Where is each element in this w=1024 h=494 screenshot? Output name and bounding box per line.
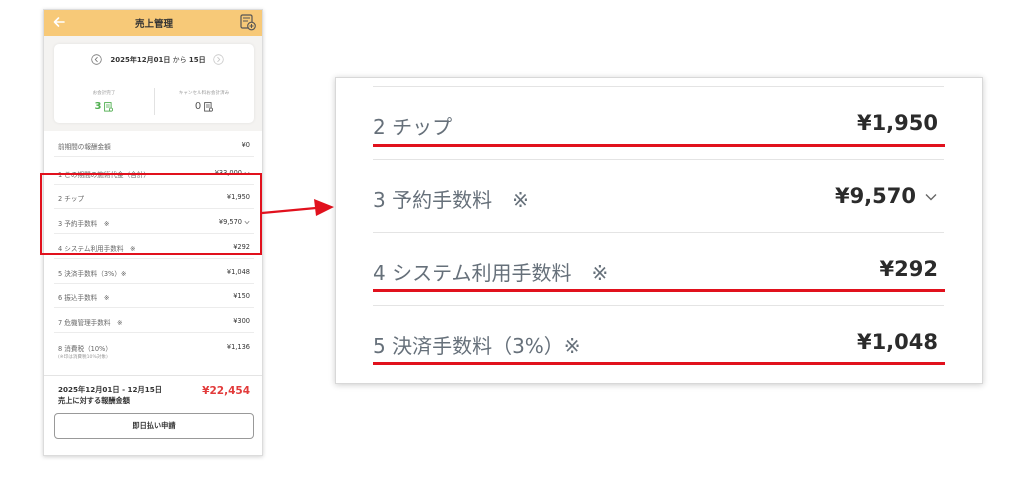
list-item: 5 決済手数料（3%）※ ¥1,048	[373, 305, 944, 378]
row-label: 3 予約手数料 ※	[373, 188, 529, 212]
row-label: 5 決済手数料（3%）※	[373, 334, 581, 358]
row-label: 8 消費税（10%）	[58, 345, 112, 353]
row-amount: ¥292	[879, 257, 938, 281]
row-amount: ¥0	[241, 141, 250, 149]
row-amount: ¥9,570	[835, 184, 938, 208]
list-item: 2 チップ ¥1,950	[373, 86, 944, 159]
period-navigator: 2025年12月01日 から 15日	[54, 54, 254, 66]
total-label: 2025年12月01日 - 12月15日 売上に対する報酬金額	[58, 384, 162, 406]
paid-count-value: 3	[94, 101, 102, 112]
cancel-count[interactable]: 0	[154, 101, 254, 112]
row-amount: ¥1,048	[226, 268, 250, 276]
row-label: 6 振込手数料 ※	[58, 294, 110, 302]
page-title: 売上管理	[134, 19, 173, 30]
same-day-payment-button[interactable]: 即日払い申請	[54, 413, 254, 439]
list-item: 6 振込手数料 ※ ¥150	[54, 284, 254, 308]
row-label: 4 システム利用手数料 ※	[373, 261, 609, 285]
underline	[373, 289, 945, 292]
arrow-icon	[262, 199, 334, 216]
underline	[373, 362, 945, 365]
cancel-count-value: 0	[194, 101, 202, 112]
list-item: 4 システム利用手数料 ※ ¥292	[373, 232, 944, 305]
row-label: 2 チップ	[373, 115, 453, 139]
total-label-caption: 売上に対する報酬金額	[58, 396, 130, 405]
paid-count-label: お会計完了	[92, 91, 116, 96]
row-amount: ¥150	[233, 292, 250, 300]
calculator-icon[interactable]	[240, 14, 256, 31]
row-amount: ¥1,136	[226, 343, 250, 351]
period-end: 15日	[188, 56, 206, 64]
row-label: 前期間の報酬金額	[58, 143, 111, 151]
row-label: 7 危機管理手数料 ※	[58, 319, 123, 327]
total-label-period: 2025年12月01日 - 12月15日	[58, 385, 162, 394]
paid-count[interactable]: 3	[54, 101, 154, 112]
total-section: 2025年12月01日 - 12月15日 売上に対する報酬金額 ¥22,454 …	[44, 375, 262, 455]
highlight-box	[40, 173, 262, 255]
cancel-count-block: キャンセル料お会計済み 0	[154, 90, 254, 112]
period-label: 2025年12月01日 から 15日	[104, 55, 212, 65]
list-item: 8 消費税（10%） ¥1,136 (※印は消費税10%対象)	[54, 335, 254, 369]
underline	[373, 144, 945, 147]
chevron-down-icon[interactable]	[924, 192, 938, 202]
zoom-panel: 2 チップ ¥1,950 3 予約手数料 ※ ¥9,570 4 システム利用手数…	[335, 77, 983, 384]
row-amount-value: ¥9,570	[834, 184, 916, 208]
row-amount: ¥1,950	[856, 111, 938, 135]
document-icon	[104, 101, 114, 112]
period-start: 2025年12月01日	[110, 56, 171, 64]
chevron-left-icon[interactable]	[91, 54, 102, 65]
period-from: から	[170, 56, 189, 64]
row-label: 5 決済手数料（3%）※	[58, 270, 127, 278]
paid-count-block: お会計完了 3	[54, 90, 154, 112]
cancel-count-label: キャンセル料お会計済み	[178, 91, 230, 96]
list-item: 7 危機管理手数料 ※ ¥300	[54, 309, 254, 333]
total-amount: ¥22,454	[202, 385, 250, 397]
list-item: 前期間の報酬金額 ¥0	[54, 133, 254, 157]
list-item: 5 決済手数料（3%）※ ¥1,048	[54, 260, 254, 284]
summary-card: 2025年12月01日 から 15日 お会計完了 3 キャンセル料お会計済み 0	[54, 44, 254, 123]
chevron-right-icon[interactable]	[213, 54, 224, 65]
app-header: 売上管理	[44, 10, 262, 36]
row-amount: ¥300	[233, 317, 250, 325]
list-item[interactable]: 3 予約手数料 ※ ¥9,570	[373, 159, 944, 232]
document-icon	[204, 101, 214, 112]
tax-note: (※印は消費税10%対象)	[58, 355, 108, 360]
row-amount: ¥1,048	[856, 330, 938, 354]
